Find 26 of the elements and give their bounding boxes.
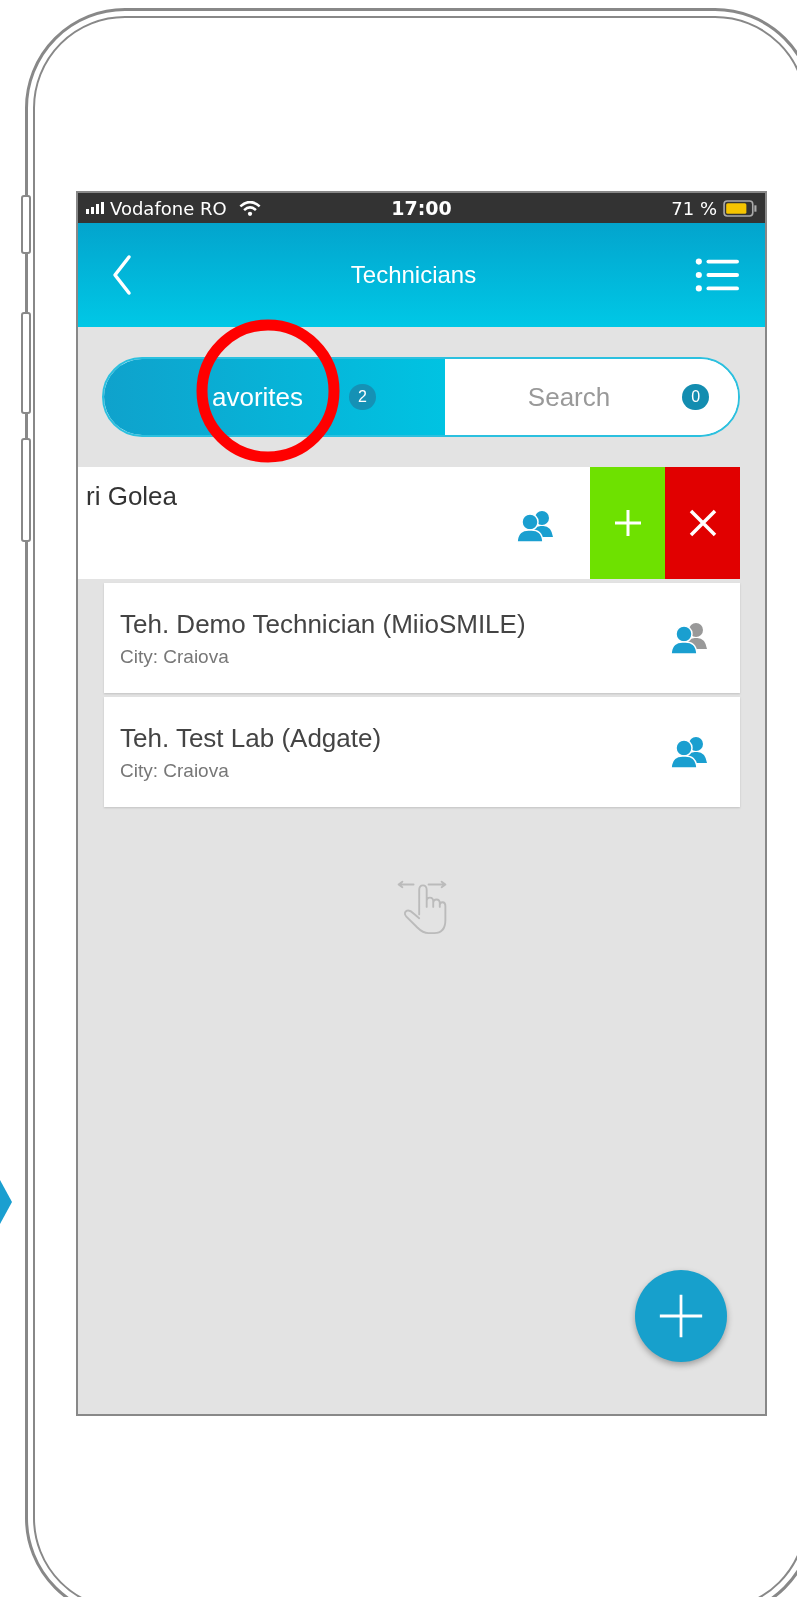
status-time: 17:00 [391, 197, 452, 219]
battery-percent: 71 % [671, 197, 717, 219]
technician-city: City: Craiova [120, 759, 230, 782]
technician-city: City: Craiova [120, 645, 230, 668]
chevron-icon [0, 1180, 12, 1224]
battery-icon [723, 199, 757, 217]
technician-card[interactable]: Teh. Test Lab (Adgate) City: Craiova [104, 697, 740, 807]
count-badge: 0 [682, 384, 710, 410]
close-icon [687, 508, 718, 538]
plus-icon [612, 508, 643, 538]
screen-title: Technicians [350, 261, 477, 289]
plus-icon [658, 1293, 704, 1339]
signal-icon [86, 202, 104, 214]
menu-icon[interactable] [695, 257, 739, 293]
carrier-name: Vodafone RO [110, 197, 227, 219]
segment-tab[interactable]: avorites 2 [104, 359, 445, 435]
count-badge: 2 [349, 384, 376, 410]
technician-name: Teh. Test Lab (Adgate) [120, 722, 382, 754]
remove-button[interactable] [665, 467, 740, 579]
list-row[interactable]: ri Golea [78, 467, 590, 579]
wifi-icon [238, 200, 261, 216]
technician-card[interactable]: Teh. Demo Technician (MiioSMILE) City: Craiova [104, 583, 740, 693]
add-fab[interactable] [635, 1270, 727, 1362]
technician-name: Teh. Demo Technician (MiioSMILE) [120, 608, 526, 640]
back-icon[interactable] [112, 254, 132, 296]
technician-name: ri Golea [86, 481, 178, 513]
